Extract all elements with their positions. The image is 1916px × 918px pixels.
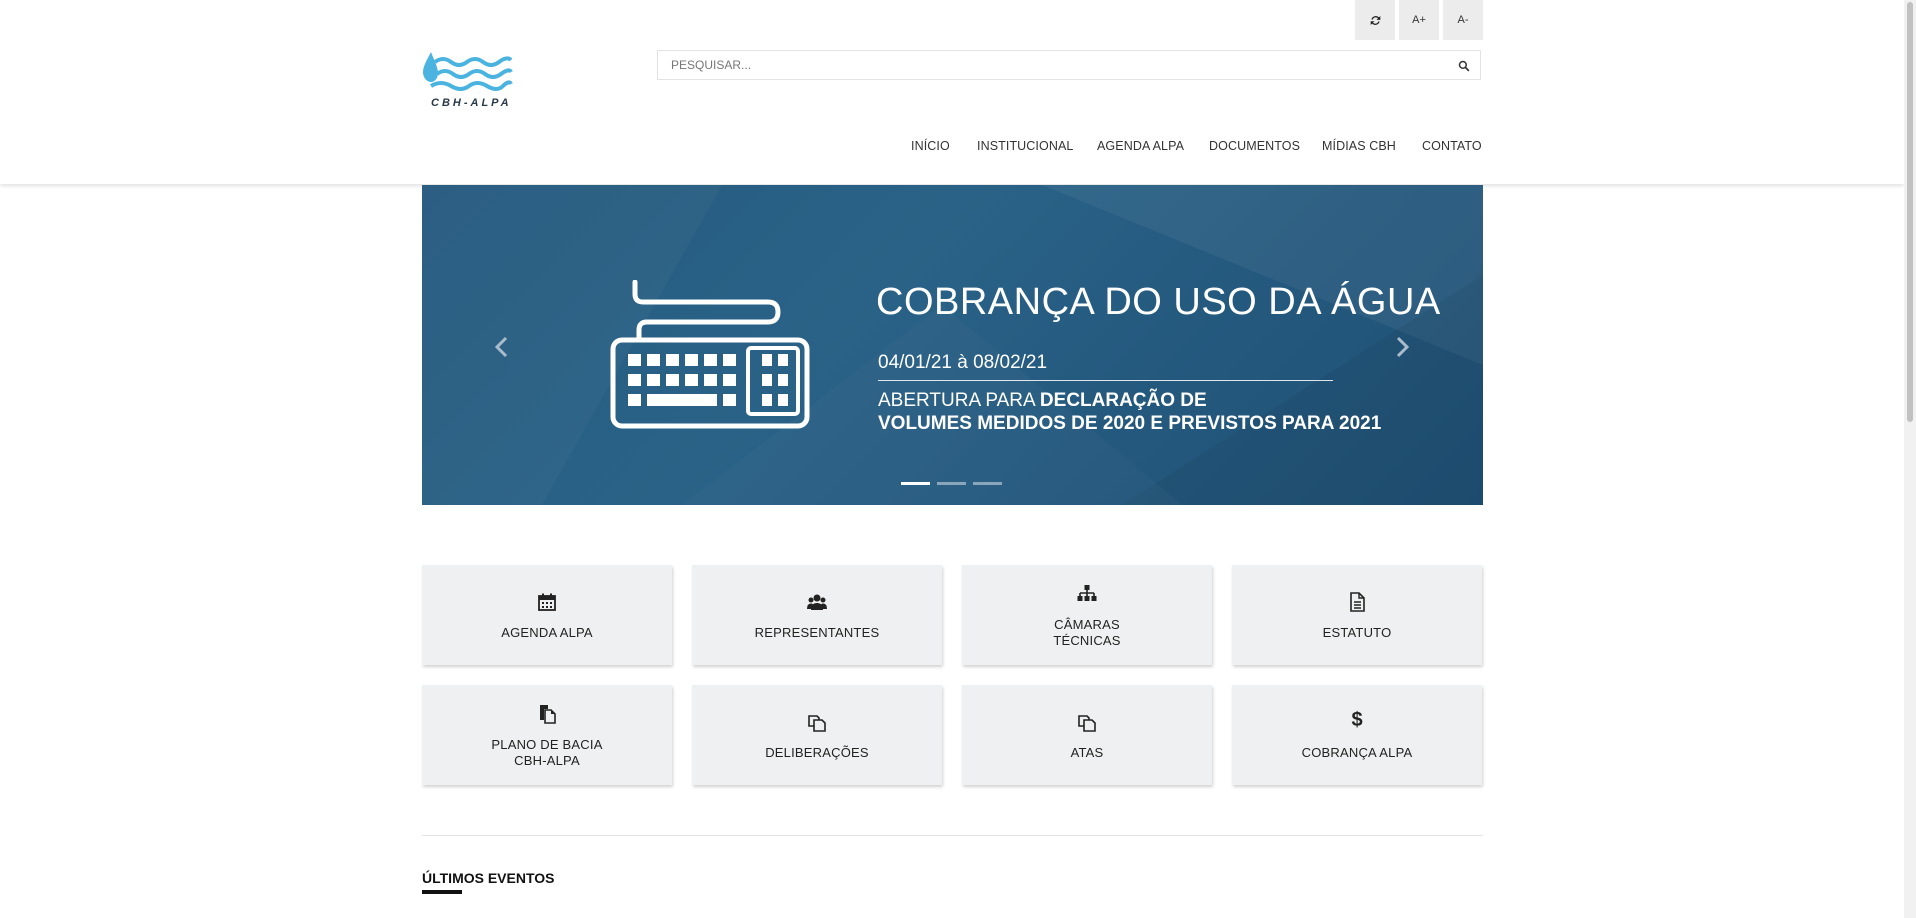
- font-decrease-button[interactable]: A-: [1443, 0, 1483, 40]
- font-increase-button[interactable]: A+: [1399, 0, 1439, 40]
- main-nav: INÍCIO INSTITUCIONAL AGENDA ALPA DOCUMEN…: [0, 139, 1482, 155]
- tile-label: REPRESENTANTES: [754, 625, 880, 640]
- carousel-prev-button[interactable]: [492, 335, 512, 359]
- svg-text:$: $: [1351, 709, 1362, 729]
- refresh-icon: [1370, 15, 1380, 25]
- scrollbar-thumb[interactable]: [1907, 2, 1913, 422]
- carousel-indicator-3[interactable]: [973, 482, 1002, 485]
- tile-label: COBRANÇA ALPA: [1301, 745, 1413, 760]
- nav-item-agenda-alpa[interactable]: AGENDA ALPA: [1097, 139, 1184, 153]
- slide-subtitle-line2: VOLUMES MEDIDOS DE 2020 E PREVISTOS PARA…: [878, 413, 1382, 434]
- search-input[interactable]: [671, 51, 1431, 79]
- carousel-next-button[interactable]: [1392, 335, 1412, 359]
- slide-subtitle-normal: ABERTURA PARA: [878, 390, 1040, 411]
- tile-label-line2: CBH-ALPA: [514, 753, 580, 768]
- slide-title: COBRANÇA DO USO DA ÁGUA: [876, 281, 1441, 323]
- slide-subtitle-line1: ABERTURA PARA DECLARAÇÃO DE: [878, 390, 1207, 412]
- copy-icon: [808, 715, 826, 732]
- hero-carousel: COBRANÇA DO USO DA ÁGUA 04/01/21 à 08/02…: [422, 185, 1483, 505]
- carousel-background: [1042, 185, 1483, 505]
- nav-item-documentos[interactable]: DOCUMENTOS: [1209, 139, 1300, 153]
- tile-label: AGENDA ALPA: [501, 625, 593, 640]
- site-logo[interactable]: CBH-ALPA: [421, 48, 513, 114]
- section-title-underline: [422, 890, 462, 894]
- tile-estatuto[interactable]: ESTATUTO: [1232, 565, 1482, 665]
- nav-item-institucional[interactable]: INSTITUCIONAL: [977, 139, 1073, 153]
- tile-camaras-tecnicas[interactable]: CÂMARAS TÉCNICAS: [962, 565, 1212, 665]
- tile-label-line1: PLANO DE BACIA: [491, 737, 603, 752]
- tile-label-line2: TÉCNICAS: [1053, 633, 1121, 648]
- users-icon: [807, 594, 827, 610]
- tile-label: ESTATUTO: [1322, 625, 1392, 640]
- nav-item-contato[interactable]: CONTATO: [1422, 139, 1482, 153]
- document-icon: [1350, 592, 1365, 612]
- chevron-right-icon: [1396, 336, 1410, 358]
- copy-icon: [1078, 715, 1096, 732]
- tile-atas[interactable]: ATAS: [962, 685, 1212, 785]
- site-header: A+ A- CBH-ALPA INÍCIO INSTITUCIONAL AGEN…: [0, 0, 1904, 184]
- search-icon: [1458, 60, 1470, 72]
- sitemap-icon: [1077, 585, 1097, 601]
- slide-date: 04/01/21 à 08/02/21: [878, 352, 1048, 373]
- search-box: [657, 50, 1481, 80]
- tile-label-line1: CÂMARAS: [1054, 617, 1120, 632]
- tile-cobranca-alpa[interactable]: $ COBRANÇA ALPA: [1232, 685, 1482, 785]
- section-divider: [422, 835, 1483, 836]
- contrast-toggle-button[interactable]: [1355, 0, 1395, 40]
- nav-item-inicio[interactable]: INÍCIO: [911, 139, 950, 153]
- tile-representantes[interactable]: REPRESENTANTES: [692, 565, 942, 665]
- slide-divider: [878, 380, 1333, 381]
- tile-agenda-alpa[interactable]: AGENDA ALPA: [422, 565, 672, 665]
- slide-subtitle-bold: DECLARAÇÃO DE: [1039, 390, 1207, 411]
- tile-plano-de-bacia[interactable]: PLANO DE BACIA CBH-ALPA: [422, 685, 672, 785]
- page-scrollbar[interactable]: [1904, 0, 1916, 918]
- dollar-icon: $: [1351, 709, 1362, 729]
- carousel-indicator-2[interactable]: [937, 482, 966, 485]
- logo-text: CBH-ALPA: [431, 97, 512, 109]
- calendar-icon: [538, 593, 556, 611]
- section-title-ultimos-eventos: ÚLTIMOS EVENTOS: [422, 870, 555, 886]
- nav-item-midias-cbh[interactable]: MÍDIAS CBH: [1322, 139, 1396, 153]
- carousel-indicator-1[interactable]: [901, 482, 930, 485]
- search-button[interactable]: [1458, 59, 1472, 73]
- tile-label: DELIBERAÇÕES: [765, 745, 869, 760]
- keyboard-icon: [610, 280, 810, 429]
- chevron-left-icon: [494, 336, 508, 358]
- tile-label: ATAS: [1070, 745, 1104, 760]
- tile-deliberacoes[interactable]: DELIBERAÇÕES: [692, 685, 942, 785]
- files-icon: [540, 705, 556, 724]
